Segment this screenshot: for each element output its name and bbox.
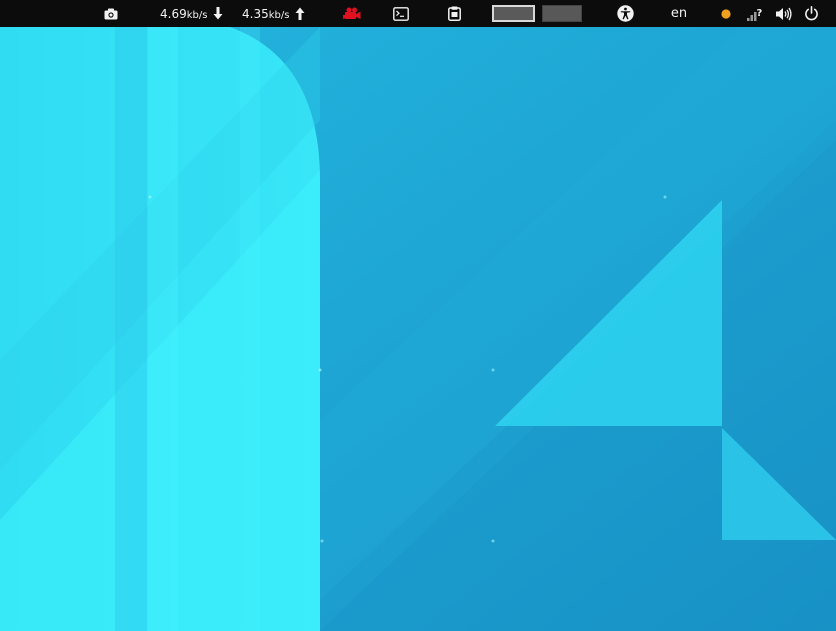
svg-text:?: ? (757, 8, 763, 19)
top-panel: 4.69kb/s 4.35kb/s en ? (0, 0, 836, 27)
arrow-down-icon (213, 7, 223, 20)
download-speed[interactable]: 4.69kb/s (160, 0, 238, 27)
language-indicator[interactable]: en (664, 0, 694, 27)
desktop: 4.69kb/s 4.35kb/s en ? (0, 0, 836, 631)
status-dot[interactable] (718, 0, 734, 27)
upload-speed[interactable]: 4.35kb/s (242, 0, 320, 27)
language-label: en (670, 6, 688, 21)
download-speed-value: 4.69kb/s (160, 6, 208, 21)
clipboard-icon[interactable] (444, 0, 464, 27)
upload-speed-value: 4.35kb/s (242, 6, 290, 21)
volume-icon[interactable] (772, 0, 794, 27)
workspace-2-button[interactable] (542, 5, 582, 22)
workspace-1-button[interactable] (492, 5, 535, 22)
power-icon[interactable] (800, 0, 822, 27)
video-camera-icon[interactable] (340, 0, 364, 27)
arrow-up-icon (295, 7, 305, 20)
terminal-icon[interactable] (390, 0, 412, 27)
accessibility-icon[interactable] (614, 0, 636, 27)
wallpaper (0, 0, 836, 631)
camera-icon[interactable] (100, 0, 122, 27)
network-unknown-icon[interactable]: ? (744, 0, 766, 27)
